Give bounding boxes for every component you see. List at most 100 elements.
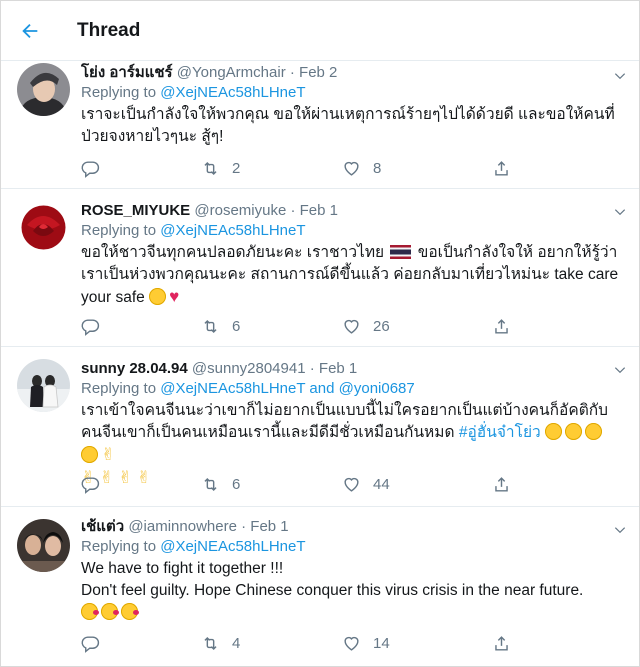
share-button[interactable] (492, 157, 511, 179)
replying-to-link[interactable]: @XejNEAc58hLHneT (160, 222, 305, 239)
retweet-button[interactable]: 6 (201, 473, 342, 495)
back-button[interactable] (1, 1, 59, 61)
reply-icon (81, 476, 100, 494)
worried-face-emoji-icon (545, 423, 563, 440)
tweet-date[interactable]: Feb 1 (319, 360, 357, 377)
retweet-count: 2 (232, 159, 241, 177)
share-button[interactable] (492, 315, 511, 337)
display-name[interactable]: เช้แต่ว (81, 518, 124, 535)
avatar[interactable] (17, 201, 70, 254)
victory-hand-emoji-icon: ✌ (101, 445, 116, 464)
back-arrow-icon (22, 23, 38, 38)
tweet-header: sunny 28.04.94 @sunny2804941 · Feb 1 (81, 359, 623, 379)
tweet-actions: 4 14 (81, 632, 561, 654)
replying-to: Replying to @XejNEAc58hLHneT (81, 221, 623, 241)
avatar-image (17, 359, 70, 412)
display-name[interactable]: sunny 28.04.94 (81, 360, 188, 377)
share-icon (495, 476, 508, 492)
tweet-date[interactable]: Feb 2 (299, 64, 337, 81)
kissing-face-emoji-icon (81, 603, 99, 620)
kissing-face-emoji-icon (101, 603, 119, 620)
tweet[interactable]: เช้แต่ว @iaminnowhere · Feb 1 Replying t… (1, 507, 639, 666)
separator-dot: · (241, 518, 247, 535)
avatar[interactable] (17, 63, 70, 116)
share-icon (495, 160, 508, 176)
share-button[interactable] (492, 473, 511, 495)
like-count: 14 (373, 634, 390, 652)
share-button[interactable] (492, 632, 511, 654)
tweet-date[interactable]: Feb 1 (300, 202, 338, 219)
reply-button[interactable] (81, 632, 201, 654)
retweet-icon (204, 636, 217, 650)
tweet-text-line: We have to fight it together !!! (81, 560, 284, 577)
tweet-actions: 2 8 (81, 157, 561, 179)
avatar-image (17, 519, 70, 572)
replying-to-label: Replying to (81, 222, 161, 239)
tweet[interactable]: sunny 28.04.94 @sunny2804941 · Feb 1 Rep… (1, 347, 639, 507)
like-count: 44 (373, 475, 390, 493)
reply-button[interactable] (81, 315, 201, 337)
tweet[interactable]: ROSE_MIYUKE @rosemiyuke · Feb 1 Replying… (1, 189, 639, 347)
like-button[interactable]: 14 (342, 632, 492, 654)
tweet-actions: 6 44 (81, 473, 561, 495)
reply-icon (81, 635, 100, 653)
retweet-button[interactable]: 2 (201, 157, 342, 179)
tweet-text: We have to fight it together !!! Don't f… (81, 558, 623, 624)
hashtag-link[interactable]: #อู่ฮั่นจ๋าโย่ว (459, 424, 541, 441)
heart-icon (344, 477, 359, 492)
reply-button[interactable] (81, 157, 201, 179)
red-heart-emoji-icon: ♥ (169, 287, 180, 306)
user-handle[interactable]: @rosemiyuke (194, 202, 286, 219)
like-button[interactable]: 26 (342, 315, 492, 337)
emoji-row (81, 602, 623, 624)
heart-icon (344, 161, 359, 176)
avatar[interactable] (17, 519, 70, 572)
user-handle[interactable]: @sunny2804941 (192, 360, 306, 377)
thread-window: Thread โย่ง อาร์มแชร์ @YongArmchair · Fe… (0, 0, 640, 667)
replying-to-link[interactable]: @XejNEAc58hLHneT (160, 538, 305, 555)
like-button[interactable]: 8 (342, 157, 492, 179)
avatar[interactable] (17, 359, 70, 412)
share-icon (495, 635, 508, 651)
replying-to-and: and (305, 380, 339, 397)
retweet-icon (204, 319, 217, 333)
tweet-text: ขอให้ชาวจีนทุกคนปลอดภัยนะคะ เราชาวไทย ขอ… (81, 242, 623, 309)
avatar-image (17, 201, 70, 254)
tweet-actions: 6 26 (81, 315, 561, 337)
heart-icon (344, 636, 359, 651)
tweet[interactable]: โย่ง อาร์มแชร์ @YongArmchair · Feb 2 Rep… (1, 61, 639, 189)
user-handle[interactable]: @YongArmchair (177, 64, 286, 81)
tweet-content: ROSE_MIYUKE @rosemiyuke · Feb 1 Replying… (81, 201, 623, 309)
tweet-content: sunny 28.04.94 @sunny2804941 · Feb 1 Rep… (81, 359, 623, 490)
retweet-count: 4 (232, 634, 241, 652)
kissing-face-emoji-icon (121, 603, 139, 620)
tweet-content: โย่ง อาร์มแชร์ @YongArmchair · Feb 2 Rep… (81, 63, 623, 148)
user-handle[interactable]: @iaminnowhere (128, 518, 237, 535)
worried-face-emoji-icon (565, 423, 583, 440)
like-count: 8 (373, 159, 382, 177)
retweet-button[interactable]: 6 (201, 315, 342, 337)
reply-icon (81, 318, 100, 336)
heart-icon (344, 319, 359, 334)
share-icon (495, 318, 508, 334)
replying-to-link[interactable]: @XejNEAc58hLHneT (160, 380, 305, 397)
replying-to-label: Replying to (81, 380, 161, 397)
avatar-image (17, 63, 70, 116)
separator-dot: · (309, 360, 315, 377)
display-name[interactable]: โย่ง อาร์มแชร์ (81, 64, 173, 81)
retweet-icon (204, 161, 217, 175)
replying-to: Replying to @XejNEAc58hLHneT (81, 537, 623, 557)
like-count: 26 (373, 317, 390, 335)
tweet-date[interactable]: Feb 1 (250, 518, 288, 535)
tweet-text: เราจะเป็นกำลังใจให้พวกคุณ ขอให้ผ่านเหตุก… (81, 106, 615, 145)
worried-face-emoji-icon (585, 423, 603, 440)
thread-header: Thread (1, 1, 639, 61)
tweet-header: ROSE_MIYUKE @rosemiyuke · Feb 1 (81, 201, 623, 221)
retweet-button[interactable]: 4 (201, 632, 342, 654)
replying-to: Replying to @XejNEAc58hLHneT and @yoni06… (81, 379, 623, 399)
replying-to-link[interactable]: @XejNEAc58hLHneT (160, 84, 305, 101)
display-name[interactable]: ROSE_MIYUKE (81, 202, 190, 219)
replying-to-link-2[interactable]: @yoni0687 (339, 380, 415, 397)
reply-button[interactable] (81, 473, 201, 495)
like-button[interactable]: 44 (342, 473, 492, 495)
